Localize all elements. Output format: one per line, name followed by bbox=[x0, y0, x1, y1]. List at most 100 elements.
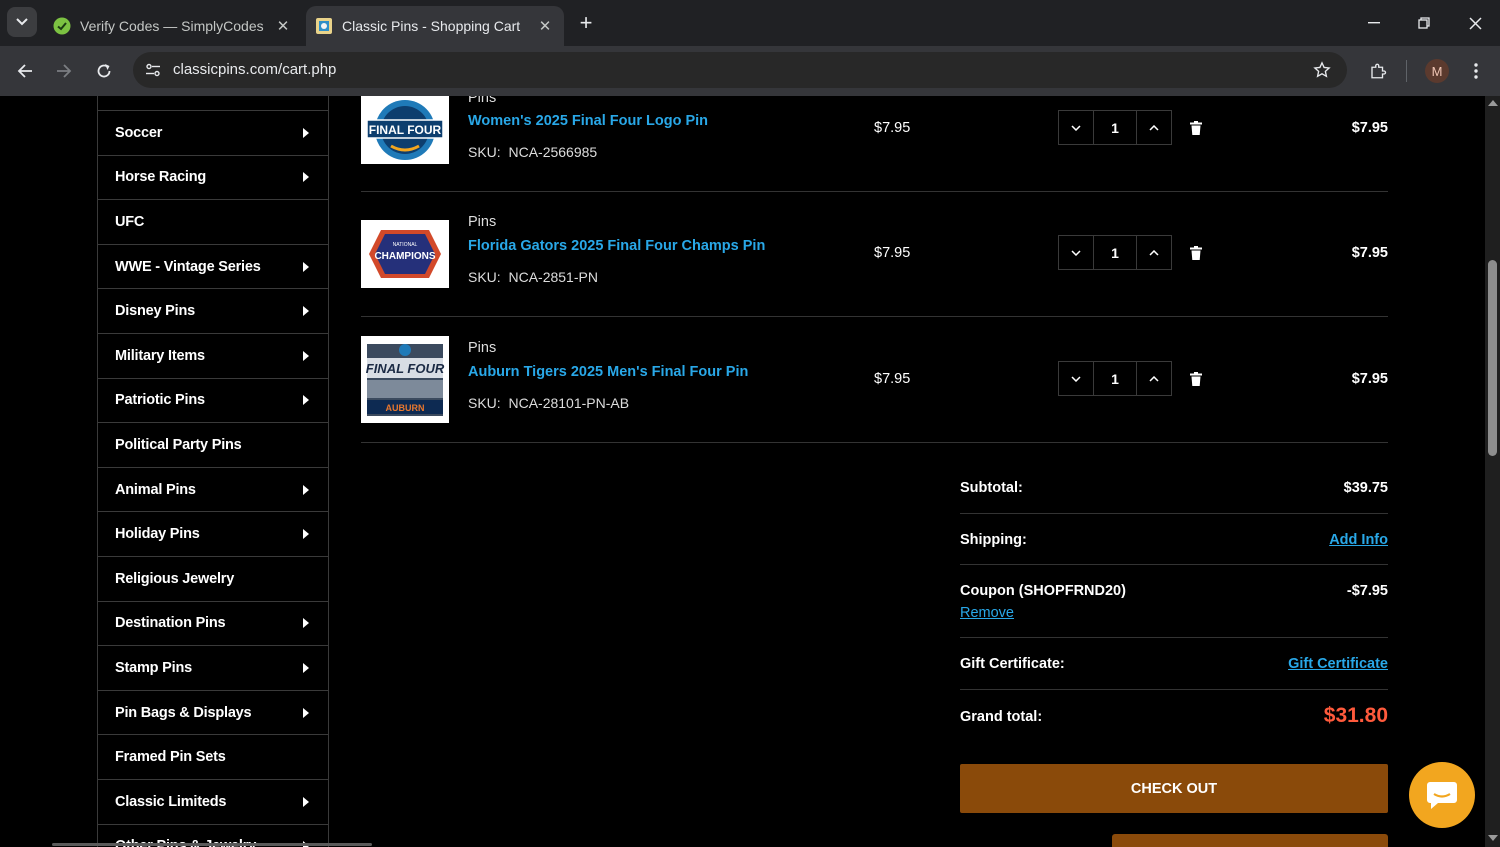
sidebar-item[interactable]: Stamp Pins bbox=[98, 646, 328, 691]
product-category: Pins bbox=[468, 96, 497, 106]
checkout-button[interactable]: CHECK OUT bbox=[960, 764, 1388, 813]
sidebar-item[interactable]: Holiday Pins bbox=[98, 512, 328, 557]
trash-icon[interactable] bbox=[1188, 120, 1204, 136]
sidebar-item[interactable]: Military Items bbox=[98, 334, 328, 379]
caret-right-icon bbox=[303, 796, 309, 807]
scroll-up-arrow[interactable] bbox=[1488, 100, 1498, 106]
trash-icon[interactable] bbox=[1188, 371, 1204, 387]
close-window-icon[interactable] bbox=[1460, 8, 1490, 38]
decrease-qty-button[interactable] bbox=[1059, 111, 1093, 144]
caret-right-icon bbox=[303, 484, 309, 495]
sidebar-item[interactable]: Disney Pins bbox=[98, 289, 328, 334]
sidebar-item[interactable]: Destination Pins bbox=[98, 602, 328, 647]
browser-menu-button[interactable] bbox=[1461, 56, 1491, 86]
decrease-qty-button[interactable] bbox=[1059, 236, 1093, 269]
sidebar-item[interactable]: Pin Bags & Displays bbox=[98, 691, 328, 736]
reload-button[interactable] bbox=[89, 56, 119, 86]
sidebar-item[interactable]: Soccer bbox=[98, 111, 328, 156]
quantity-input[interactable]: 1 bbox=[1093, 362, 1137, 395]
sidebar-item[interactable]: Political Party Pins bbox=[98, 423, 328, 468]
sku-value: NCA-2566985 bbox=[508, 144, 598, 160]
sku-value: NCA-2851-PN bbox=[508, 269, 598, 285]
coupon-remove-link[interactable]: Remove bbox=[960, 605, 1014, 621]
product-image[interactable]: NATIONAL CHAMPIONS bbox=[361, 220, 449, 288]
cart-totals: Subtotal: $39.75 Shipping: Add Info Coup… bbox=[960, 462, 1388, 744]
tab-close-icon[interactable]: ✕ bbox=[535, 16, 555, 36]
product-image[interactable]: FINAL FOUR bbox=[361, 96, 449, 164]
product-sku: SKU: NCA-2566985 bbox=[468, 144, 597, 160]
sku-label: SKU: bbox=[468, 269, 501, 285]
sidebar-item-label: Animal Pins bbox=[115, 481, 196, 498]
tab-simplycodes[interactable]: Verify Codes — SimplyCodes ✕ bbox=[44, 6, 302, 46]
gift-certificate-link[interactable]: Gift Certificate bbox=[1288, 656, 1388, 672]
sidebar-item-label: Soccer bbox=[115, 124, 163, 141]
decrease-qty-button[interactable] bbox=[1059, 362, 1093, 395]
product-name-link[interactable]: Florida Gators 2025 Final Four Champs Pi… bbox=[468, 238, 765, 254]
sidebar-item[interactable]: UFC bbox=[98, 200, 328, 245]
tab-classicpins[interactable]: Classic Pins - Shopping Cart ✕ bbox=[306, 6, 564, 46]
product-category: Pins bbox=[468, 214, 497, 230]
sidebar-item[interactable]: Horse Racing bbox=[98, 156, 328, 201]
restore-icon[interactable] bbox=[1409, 8, 1439, 38]
sidebar-item[interactable]: Classic Limiteds bbox=[98, 780, 328, 825]
back-button[interactable] bbox=[10, 56, 40, 86]
chevron-down-icon bbox=[1071, 375, 1081, 382]
product-name-link[interactable]: Women's 2025 Final Four Logo Pin bbox=[468, 113, 708, 129]
product-category: Pins bbox=[468, 340, 497, 356]
bookmark-star-icon[interactable] bbox=[1311, 59, 1333, 81]
new-tab-button[interactable]: + bbox=[572, 9, 600, 37]
subtotal-label: Subtotal: bbox=[960, 480, 1023, 496]
extensions-button[interactable] bbox=[1363, 56, 1393, 86]
caret-right-icon bbox=[303, 172, 309, 183]
product-sku: SKU: NCA-2851-PN bbox=[468, 269, 598, 285]
tab-strip: Verify Codes — SimplyCodes ✕ Classic Pin… bbox=[0, 0, 1500, 46]
sidebar-item[interactable]: Religious Jewelry bbox=[98, 557, 328, 602]
quantity-input[interactable]: 1 bbox=[1093, 111, 1137, 144]
sidebar-item[interactable]: Patriotic Pins bbox=[98, 379, 328, 424]
subtotal-value: $39.75 bbox=[1343, 480, 1388, 496]
sidebar-item-label: Horse Racing bbox=[115, 169, 207, 186]
unit-price: $7.95 bbox=[874, 120, 911, 136]
sidebar-item[interactable]: WWE - Vintage Series bbox=[98, 245, 328, 290]
increase-qty-button[interactable] bbox=[1137, 362, 1171, 395]
classicpins-icon bbox=[315, 17, 333, 35]
tab-close-icon[interactable]: ✕ bbox=[273, 16, 293, 36]
trash-icon[interactable] bbox=[1188, 245, 1204, 261]
address-bar[interactable]: classicpins.com/cart.php bbox=[133, 52, 1347, 88]
product-image[interactable]: FINAL FOUR AUBURN bbox=[361, 336, 449, 423]
url-text: classicpins.com/cart.php bbox=[173, 61, 337, 78]
product-name-link[interactable]: Auburn Tigers 2025 Men's Final Four Pin bbox=[468, 364, 748, 380]
scroll-down-arrow[interactable] bbox=[1488, 835, 1498, 841]
shipping-add-info-link[interactable]: Add Info bbox=[1329, 532, 1388, 548]
forward-button[interactable] bbox=[49, 56, 79, 86]
caret-right-icon bbox=[303, 529, 309, 540]
chevron-down-icon bbox=[1071, 124, 1081, 131]
secondary-checkout-button[interactable] bbox=[1112, 834, 1388, 847]
tab-search-button[interactable] bbox=[7, 7, 37, 37]
sidebar-item-label: Disney Pins bbox=[115, 303, 195, 320]
subtotal-row: Subtotal: $39.75 bbox=[960, 462, 1388, 514]
chevron-down-icon bbox=[1071, 249, 1081, 256]
line-total: $7.95 bbox=[1351, 120, 1388, 136]
category-sidebar: Soccer Horse Racing UFC WWE - Vintage Serie… bbox=[97, 96, 329, 847]
shipping-row: Shipping: Add Info bbox=[960, 514, 1388, 565]
increase-qty-button[interactable] bbox=[1137, 236, 1171, 269]
profile-avatar[interactable]: M bbox=[1425, 59, 1449, 83]
svg-text:CHAMPIONS: CHAMPIONS bbox=[374, 251, 435, 262]
increase-qty-button[interactable] bbox=[1137, 111, 1171, 144]
svg-text:NATIONAL: NATIONAL bbox=[393, 242, 418, 248]
quantity-input[interactable]: 1 bbox=[1093, 236, 1137, 269]
simplycodes-icon bbox=[53, 17, 71, 35]
chat-widget-button[interactable] bbox=[1409, 762, 1475, 828]
horizontal-scrollbar-thumb[interactable] bbox=[52, 843, 372, 846]
site-info-icon[interactable] bbox=[142, 59, 164, 81]
minimize-icon[interactable] bbox=[1359, 8, 1389, 38]
vertical-scrollbar[interactable] bbox=[1485, 96, 1500, 847]
sidebar-item-label: Political Party Pins bbox=[115, 436, 242, 453]
scrollbar-thumb[interactable] bbox=[1488, 260, 1497, 456]
shipping-label: Shipping: bbox=[960, 532, 1027, 548]
unit-price: $7.95 bbox=[874, 371, 911, 387]
sidebar-item[interactable]: Framed Pin Sets bbox=[98, 735, 328, 780]
reload-icon bbox=[97, 64, 111, 78]
sidebar-item[interactable]: Animal Pins bbox=[98, 468, 328, 513]
